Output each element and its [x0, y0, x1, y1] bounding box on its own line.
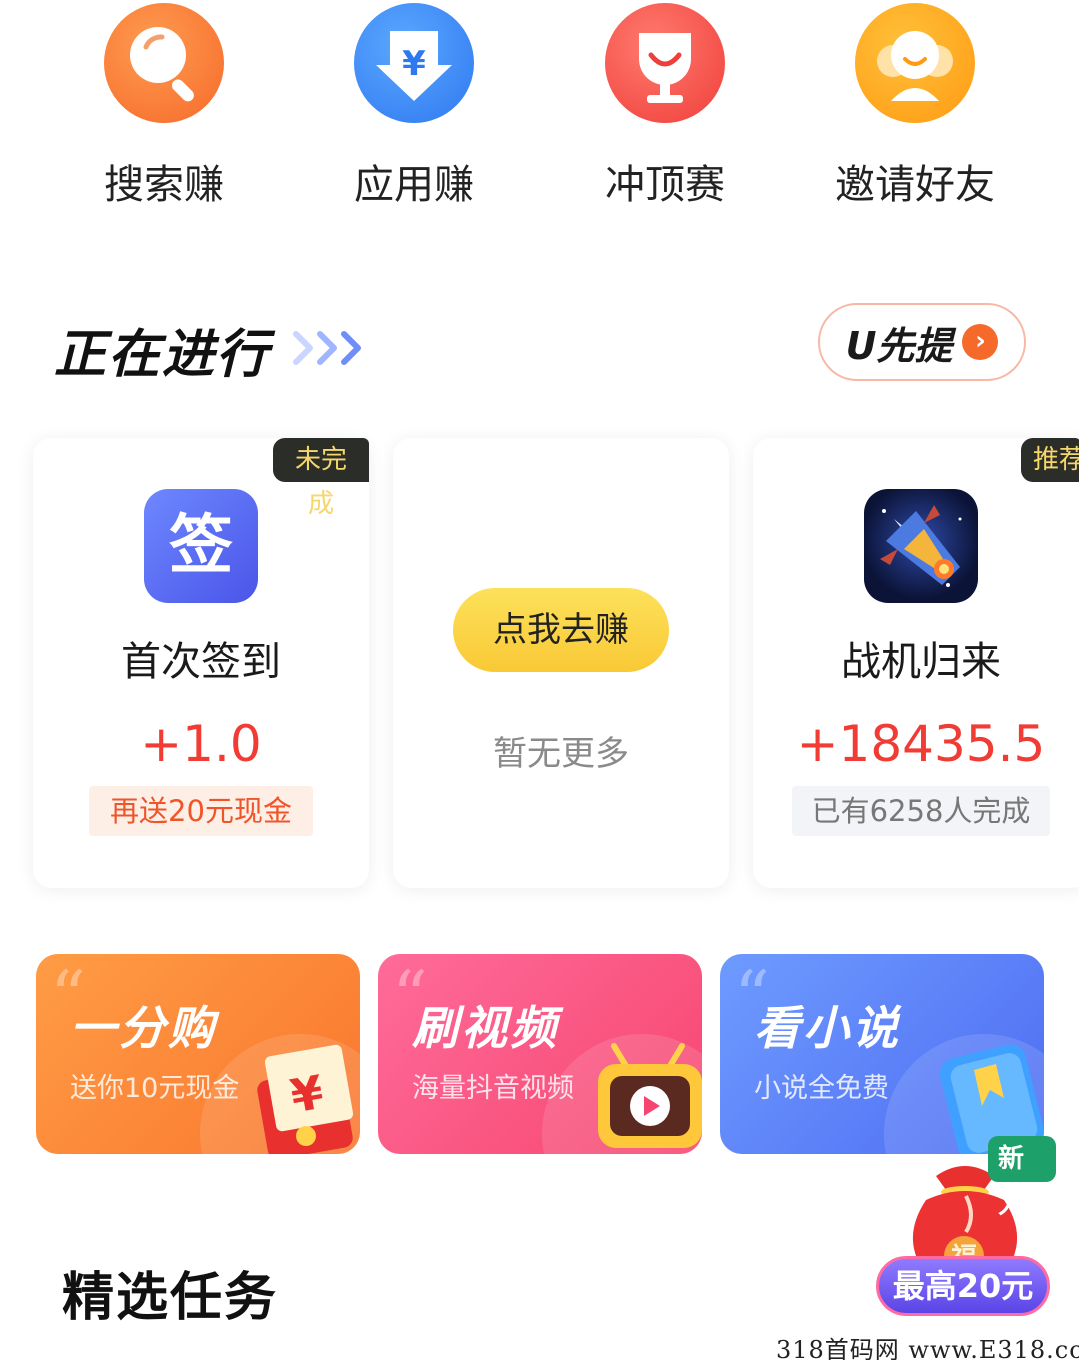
status-badge: 未完成 — [273, 438, 369, 519]
chevron-right-icon: › — [962, 324, 999, 360]
empty-text: 暂无更多 — [493, 734, 629, 774]
task-tip: 已有6258人完成 — [792, 786, 1050, 836]
task-card-empty: 点我去赚 暂无更多 — [393, 438, 729, 888]
quick-entry-row: 搜索赚 ¥ 应用赚 冲顶赛 邀请好友 — [0, 0, 1079, 230]
promo-subtitle: 送你10元现金 — [70, 1073, 240, 1104]
tv-play-icon — [586, 1036, 702, 1154]
quick-entry-label: 应用赚 — [354, 162, 474, 208]
quick-entry-app-earn[interactable]: ¥ 应用赚 — [314, 0, 514, 211]
task-name: 战机归来 — [841, 639, 1001, 685]
newbie-badge: 新人 — [988, 1136, 1056, 1220]
quick-entry-top-contest[interactable]: 冲顶赛 — [565, 0, 765, 211]
task-card-signin[interactable]: 未完成 签 首次签到 +1.0 再送20元现金 — [33, 438, 369, 888]
signin-icon: 签 — [144, 489, 258, 603]
triple-chevron-icon — [292, 326, 368, 374]
quick-entry-label: 搜索赚 — [104, 162, 224, 208]
withdraw-button[interactable]: U先提 › — [818, 303, 1026, 381]
promo-watch-video[interactable]: “ 刷视频 海量抖音视频 — [378, 954, 702, 1154]
quick-entry-search-earn[interactable]: 搜索赚 — [64, 0, 264, 211]
quick-entry-label: 邀请好友 — [835, 162, 995, 208]
task-name: 首次签到 — [121, 639, 281, 685]
task-reward: +18435.5 — [796, 715, 1046, 773]
fighter-jet-game-icon — [864, 489, 978, 603]
max-reward-button[interactable]: 最高20元 — [876, 1256, 1050, 1316]
recommend-badge: 推荐 — [1021, 438, 1079, 482]
go-earn-button[interactable]: 点我去赚 — [453, 588, 669, 672]
newbie-red-packet[interactable]: 福 新人 最高20元 — [876, 1128, 1056, 1328]
svg-text:¥: ¥ — [402, 44, 426, 84]
quick-entry-label: 冲顶赛 — [605, 162, 725, 208]
withdraw-label: U先提 — [845, 323, 953, 368]
promo-read-novel[interactable]: “ 看小说 小说全免费 — [720, 954, 1044, 1154]
promo-title: 看小说 — [754, 1001, 901, 1055]
featured-section-title: 精选任务 — [62, 1268, 279, 1328]
magnifier-icon — [104, 3, 224, 123]
promo-one-cent-buy[interactable]: “ 一分购 送你10元现金 ¥ — [36, 954, 360, 1154]
task-card-game[interactable]: 推荐 战机归来 +18435.5 已有6258人完成 — [753, 438, 1079, 888]
quick-entry-invite-friends[interactable]: 邀请好友 — [815, 0, 1015, 211]
ongoing-section-title: 正在进行 — [54, 325, 271, 385]
red-envelope-yuan-icon: ¥ — [248, 1040, 360, 1154]
promo-title: 刷视频 — [412, 1001, 559, 1055]
promo-title: 一分购 — [70, 1001, 217, 1055]
promo-subtitle: 小说全免费 — [754, 1073, 889, 1104]
task-reward: +1.0 — [140, 715, 262, 773]
download-yuan-icon: ¥ — [354, 3, 474, 123]
task-tip: 再送20元现金 — [89, 786, 313, 836]
watermark-text: 318首码网 www.E318.com — [776, 1336, 1079, 1360]
friends-icon — [855, 3, 975, 123]
trophy-icon — [605, 3, 725, 123]
promo-subtitle: 海量抖音视频 — [412, 1073, 574, 1104]
